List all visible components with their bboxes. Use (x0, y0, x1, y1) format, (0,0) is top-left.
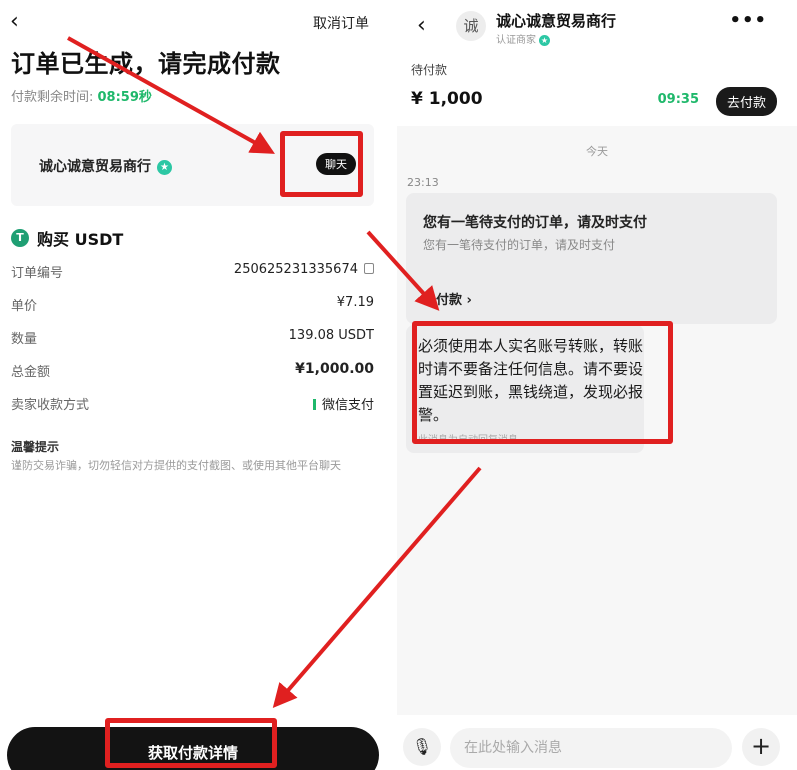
annotation-arrows (67, 36, 482, 709)
arrow-to-chat (67, 36, 275, 154)
arrow-to-pay-details (272, 466, 482, 709)
arrow-to-auto-reply (366, 230, 440, 311)
